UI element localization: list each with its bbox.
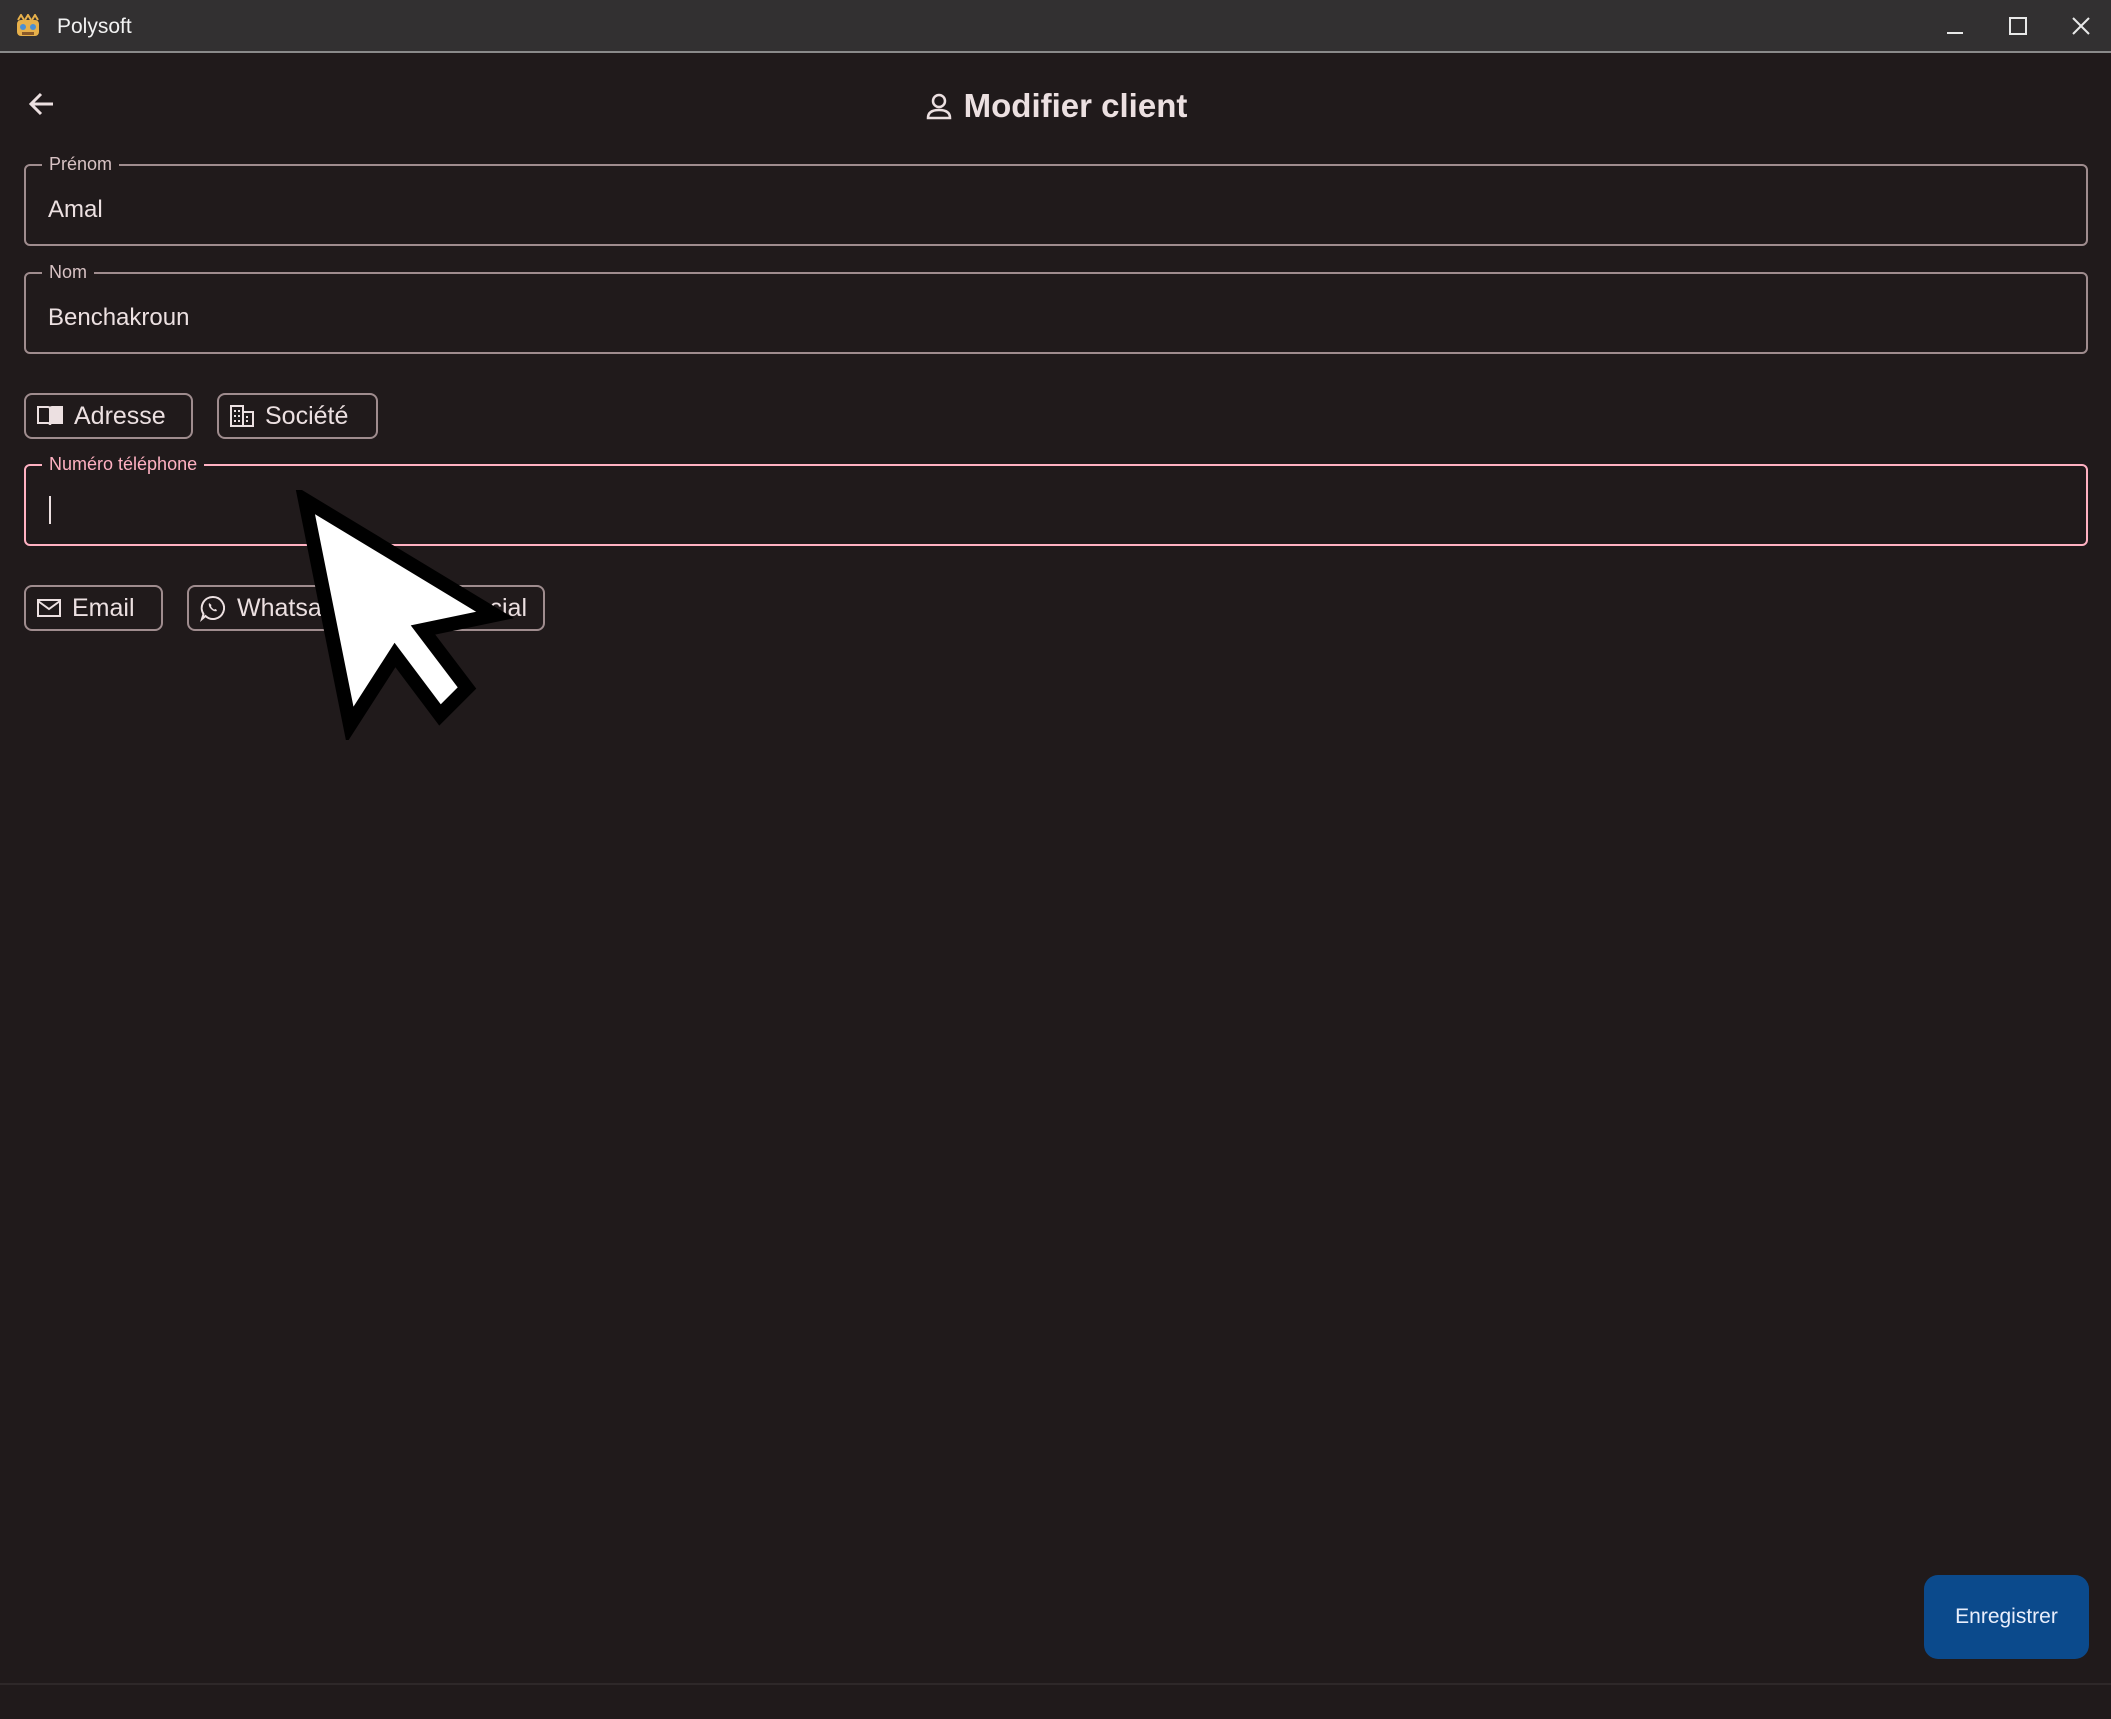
first-name-field[interactable]: Prénom Amal: [24, 154, 2088, 246]
person-icon: [926, 93, 951, 120]
minimize-icon: [1947, 32, 1963, 34]
first-name-value: Amal: [48, 196, 103, 223]
company-chip-label: Société: [265, 401, 349, 430]
address-chip-label: Adresse: [74, 401, 166, 430]
email-chip-label: Email: [72, 593, 135, 622]
window-titlebar: Polysoft: [0, 0, 2111, 53]
window-title: Polysoft: [57, 15, 132, 38]
company-chip[interactable]: Société: [217, 393, 378, 439]
book-icon: [37, 406, 63, 426]
bottom-bar: [0, 1683, 2111, 1719]
email-chip[interactable]: Email: [24, 585, 163, 631]
text-caret: [49, 496, 51, 524]
close-window-button[interactable]: [2056, 8, 2106, 44]
save-button[interactable]: Enregistrer: [1924, 1575, 2089, 1659]
app-logo-icon: [17, 14, 39, 36]
mouse-pointer-icon: [295, 490, 514, 740]
mail-icon: [37, 599, 61, 617]
phone-label: Numéro téléphone: [42, 454, 205, 475]
close-icon: [2072, 17, 2090, 35]
maximize-icon: [2009, 17, 2027, 35]
last-name-field[interactable]: Nom Benchakroun: [24, 262, 2088, 354]
last-name-value: Benchakroun: [48, 304, 190, 331]
last-name-label: Nom: [42, 262, 95, 283]
address-chip[interactable]: Adresse: [24, 393, 193, 439]
building-icon: [230, 405, 254, 427]
minimize-button[interactable]: [1930, 8, 1980, 44]
whatsapp-icon: [200, 595, 225, 622]
first-name-label: Prénom: [42, 154, 120, 175]
page-header: Modifier client: [0, 84, 2111, 128]
maximize-button[interactable]: [1993, 8, 2043, 44]
page-title: Modifier client: [963, 87, 1188, 124]
